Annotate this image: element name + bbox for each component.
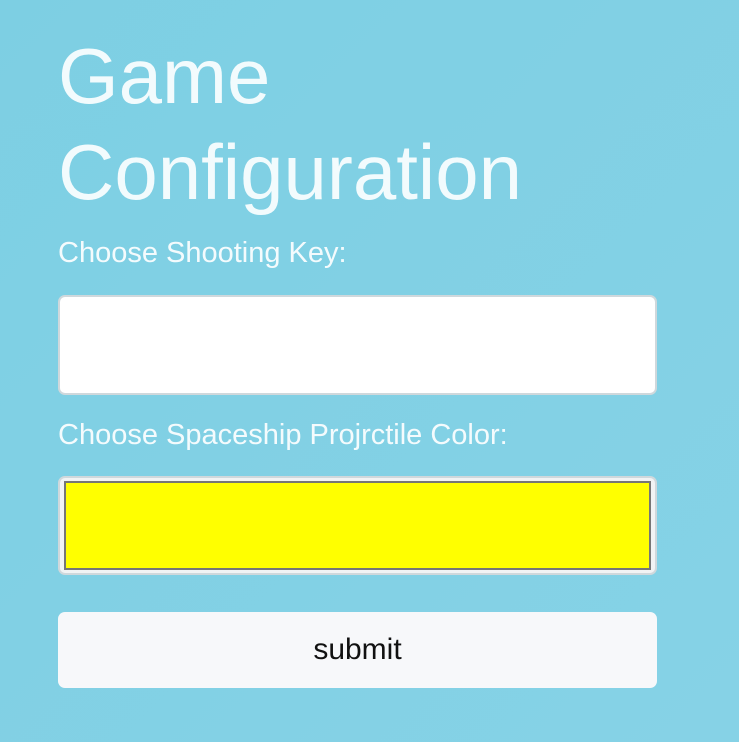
game-config-form: Game Configuration Choose Shooting Key: … [58, 28, 657, 688]
projectile-color-picker[interactable] [58, 476, 657, 575]
projectile-color-swatch[interactable] [64, 481, 651, 570]
submit-button[interactable]: submit [58, 612, 657, 688]
page-title: Game Configuration [58, 28, 657, 220]
projectile-color-label: Choose Spaceship Projrctile Color: [58, 419, 508, 451]
shooting-key-input[interactable] [58, 295, 657, 395]
page-title-line-2: Configuration [58, 128, 522, 216]
shooting-key-label: Choose Shooting Key: [58, 237, 347, 269]
page-title-line-1: Game [58, 32, 271, 120]
